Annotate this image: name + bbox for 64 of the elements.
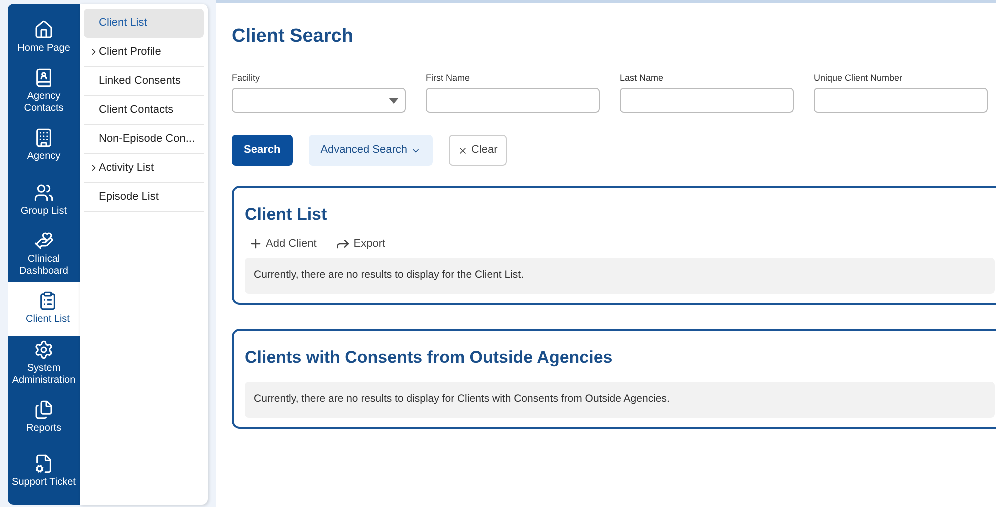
- card-title: Client List: [245, 204, 328, 226]
- submenu-item[interactable]: Non-Episode Con...: [84, 125, 204, 154]
- text-field[interactable]: [426, 88, 600, 113]
- nav-label: Administration: [12, 374, 76, 387]
- card-title: Clients with Consents from Outside Agencies: [245, 346, 614, 369]
- caret-icon: [389, 98, 399, 104]
- page-title: Client Search: [232, 25, 354, 49]
- text-field[interactable]: [620, 88, 794, 113]
- nav-label: Agency: [27, 151, 61, 164]
- nav-item[interactable]: Group List: [8, 172, 80, 228]
- empty-message: Currently, there are no results to display for the Client List.: [245, 258, 995, 294]
- nav-label: Dashboard: [20, 266, 68, 278]
- search-button[interactable]: Search: [232, 135, 293, 166]
- nav-label: Group List: [20, 206, 68, 218]
- files-icon: [34, 400, 54, 420]
- house-icon: [34, 20, 54, 40]
- people-icon: [34, 182, 54, 203]
- settings-icon: [34, 340, 54, 360]
- plus-icon: [249, 236, 263, 251]
- text-field[interactable]: [814, 88, 988, 113]
- submenu-item[interactable]: Client List: [84, 9, 204, 38]
- clear-button[interactable]: Clear: [448, 135, 507, 166]
- clipboard-icon: [38, 291, 58, 312]
- nav-label: Client List: [26, 314, 70, 326]
- empty-message: Currently, there are no results to display for Clients with Consents from Outside Agencies.: [245, 382, 995, 418]
- field-label: First Name: [426, 72, 472, 84]
- add-client-button[interactable]: Add Client: [249, 236, 317, 252]
- nav-label: Agency: [26, 90, 62, 103]
- submenu-item[interactable]: Client Profile: [84, 38, 204, 67]
- nav-item[interactable]: Reports: [8, 390, 80, 445]
- nav-item[interactable]: Clinical Dashboard: [8, 227, 80, 282]
- hand-heart-icon: [34, 230, 54, 251]
- nav-label: Home Page: [18, 42, 70, 55]
- dropdown-field[interactable]: [232, 88, 406, 113]
- close-icon: [458, 146, 468, 156]
- nav-item[interactable]: Home Page: [8, 10, 80, 64]
- field-label: Unique Client Number: [814, 72, 904, 85]
- submenu-item[interactable]: Episode List: [84, 183, 204, 212]
- contact-book-icon: [34, 68, 54, 88]
- submenu-label: Non-Episode Con...: [99, 132, 195, 147]
- submenu-label: Client Profile: [99, 44, 162, 60]
- nav-label: Reports: [26, 422, 62, 435]
- nav-label: Clinical: [26, 254, 62, 266]
- nav-label: Support Ticket: [12, 477, 76, 490]
- submenu-label: Episode List: [99, 190, 159, 205]
- nav-item[interactable]: Support Ticket: [8, 444, 80, 499]
- building-icon: [34, 128, 54, 148]
- advanced-search-button[interactable]: Advanced Search: [308, 135, 433, 166]
- submenu-label: Client List: [99, 16, 148, 32]
- field-label: Facility: [232, 72, 262, 85]
- nav-item[interactable]: System Administration: [8, 336, 80, 390]
- submenu-item[interactable]: Linked Consents: [84, 67, 204, 96]
- submenu-label: Client Contacts: [99, 102, 174, 118]
- submenu-label: Activity List: [99, 160, 154, 176]
- nav-label: Contacts: [24, 102, 64, 115]
- nav-label: System: [26, 362, 62, 375]
- submenu-label: Linked Consents: [99, 74, 181, 89]
- nav-item[interactable]: Agency: [8, 118, 80, 173]
- field-label: Last Name: [620, 72, 665, 84]
- submenu-item[interactable]: Activity List: [84, 154, 204, 183]
- nav-item[interactable]: Agency Contacts: [8, 64, 80, 119]
- file-gear-icon: [34, 454, 54, 474]
- export-button[interactable]: Export: [334, 236, 386, 252]
- submenu-item[interactable]: Client Contacts: [84, 96, 204, 125]
